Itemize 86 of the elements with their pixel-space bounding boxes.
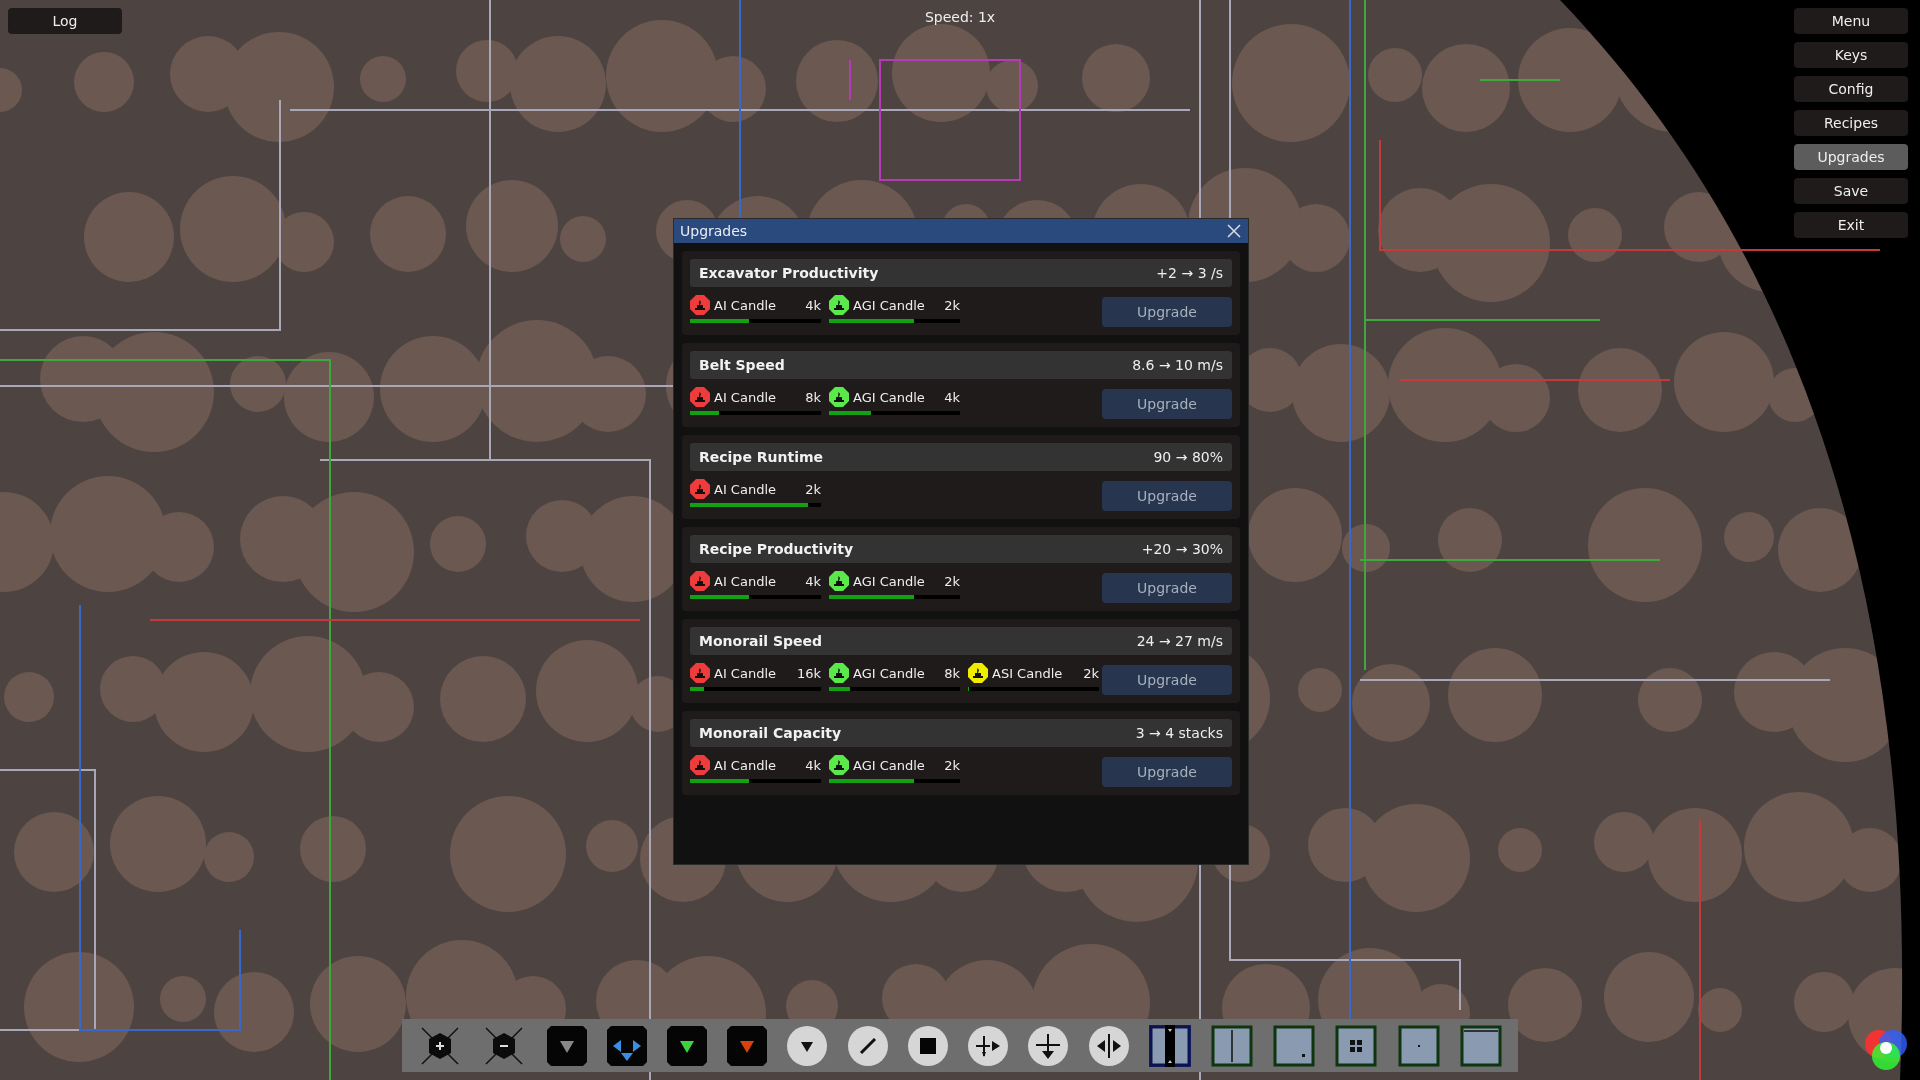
crater-shape	[1082, 44, 1150, 112]
crater-shape	[1438, 508, 1502, 572]
panel-tool-icon[interactable]	[1210, 1024, 1253, 1067]
resource-name: AI Candle	[714, 573, 777, 589]
menu-button[interactable]: Upgrades	[1794, 144, 1908, 170]
resource-amount: 4k	[805, 573, 821, 589]
crater-shape	[160, 976, 206, 1022]
triangle-tool-icon[interactable]	[546, 1025, 587, 1066]
resource-name: AGI Candle	[853, 389, 926, 405]
down-tool-icon[interactable]	[787, 1025, 828, 1066]
panel-tool-icon[interactable]	[1397, 1024, 1440, 1067]
crater-shape	[300, 816, 366, 882]
resource-amount: 4k	[805, 757, 821, 773]
upgrade-title: Monorail Capacity	[699, 725, 842, 741]
upgrade-button[interactable]: Upgrade	[1102, 297, 1232, 327]
resource-amount: 2k	[944, 757, 960, 773]
resource-amount: 4k	[805, 297, 821, 313]
log-button[interactable]: Log	[8, 8, 122, 34]
resource-amount: 4k	[944, 389, 960, 405]
close-icon[interactable]	[1226, 223, 1242, 239]
arrows-tool-icon[interactable]	[606, 1025, 647, 1066]
upgrade-button[interactable]: Upgrade	[1102, 389, 1232, 419]
resource-amount: 8k	[944, 665, 960, 681]
upgrade-title: Monorail Speed	[699, 633, 823, 649]
upgrade-title: Excavator Productivity	[699, 265, 879, 281]
resource-name: AGI Candle	[853, 297, 926, 313]
crater-shape	[74, 52, 134, 112]
upgrade-change: +20 → 30%	[1141, 541, 1223, 557]
triangle-tool-icon[interactable]	[667, 1025, 707, 1066]
splitter-tool-icon[interactable]	[1028, 1025, 1069, 1066]
resource-name: AI Candle	[714, 481, 777, 497]
crater-shape	[430, 516, 486, 572]
menu-button[interactable]: Recipes	[1794, 110, 1908, 136]
crater-shape	[1568, 208, 1622, 262]
resource-amount: 2k	[805, 481, 821, 497]
panel-tool-icon[interactable]	[1148, 1024, 1191, 1067]
crater-shape	[4, 672, 54, 722]
upgrade-title: Belt Speed	[699, 357, 785, 373]
upgrade-button[interactable]: Upgrade	[1102, 573, 1232, 603]
resource-name: AGI Candle	[853, 757, 926, 773]
panel-tool-icon[interactable]	[1459, 1024, 1502, 1067]
resource-amount: 2k	[944, 573, 960, 589]
upgrade-button[interactable]: Upgrade	[1102, 481, 1232, 511]
resource-name: AGI Candle	[853, 573, 926, 589]
resource-amount: 8k	[805, 389, 821, 405]
upgrade-change: +2 → 3 /s	[1156, 265, 1223, 281]
crater-shape	[586, 820, 638, 872]
triangle-tool-icon[interactable]	[727, 1025, 768, 1066]
crater-shape	[1498, 828, 1542, 872]
dialog-title: Upgrades	[680, 223, 748, 239]
resource-name: AI Candle	[714, 389, 777, 405]
splitter-tool-icon[interactable]	[1088, 1025, 1129, 1066]
speed-label: Speed: 1x	[923, 9, 997, 25]
crater-shape	[1298, 668, 1342, 712]
upgrade-title: Recipe Productivity	[699, 541, 854, 557]
resource-name: ASI Candle	[992, 665, 1064, 681]
resource-name: AI Candle	[714, 665, 777, 681]
menu-button[interactable]: Keys	[1794, 42, 1908, 68]
resource-name: AI Candle	[714, 757, 777, 773]
resource-name: AGI Candle	[853, 665, 926, 681]
crater-shape	[0, 68, 22, 112]
splitter-tool-icon[interactable]	[968, 1025, 1009, 1066]
resource-amount: 2k	[944, 297, 960, 313]
stop-tool-icon[interactable]	[907, 1025, 948, 1066]
upgrade-title: Recipe Runtime	[699, 449, 824, 465]
crater-shape	[560, 216, 606, 262]
slash-tool-icon[interactable]	[847, 1025, 888, 1066]
menu-button[interactable]: Exit	[1794, 212, 1908, 238]
upgrade-change: 24 → 27 m/s	[1136, 633, 1223, 649]
crater-shape	[1638, 668, 1702, 732]
panel-tool-icon[interactable]	[1335, 1024, 1378, 1067]
menu-button[interactable]: Config	[1794, 76, 1908, 102]
resource-name: AI Candle	[714, 297, 777, 313]
menu-button[interactable]: Menu	[1794, 8, 1908, 34]
menu-button[interactable]: Save	[1794, 178, 1908, 204]
upgrade-change: 8.6 → 10 m/s	[1132, 357, 1223, 373]
crater-shape	[360, 56, 406, 102]
crater-shape	[1724, 512, 1774, 562]
upgrade-change: 3 → 4 stacks	[1135, 725, 1223, 741]
crater-shape	[1698, 988, 1742, 1032]
upgrade-change: 90 → 80%	[1153, 449, 1223, 465]
upgrade-button[interactable]: Upgrade	[1102, 665, 1232, 695]
panel-tool-icon[interactable]	[1273, 1024, 1316, 1067]
resource-amount: 2k	[1083, 665, 1099, 681]
upgrade-button[interactable]: Upgrade	[1102, 757, 1232, 787]
resource-amount: 16k	[796, 665, 821, 681]
